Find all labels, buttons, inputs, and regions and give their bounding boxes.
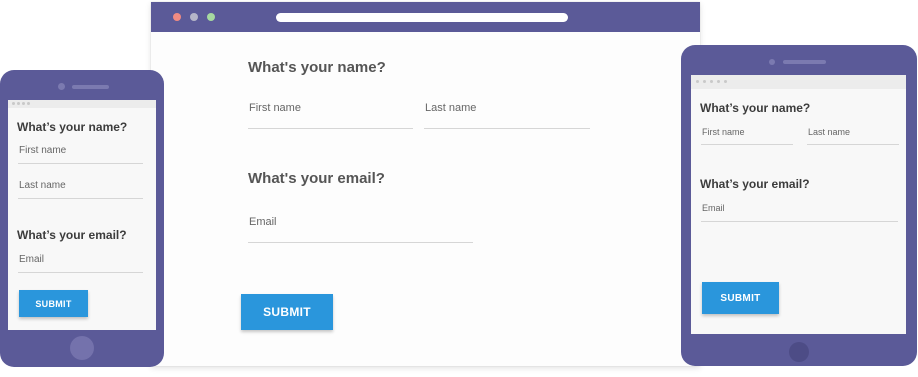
phone-email-underline — [18, 272, 143, 273]
desktop-browser-window: What's your name? First name Last name W… — [151, 2, 700, 366]
status-dot-icon — [710, 80, 713, 83]
tablet-speaker — [783, 60, 826, 64]
tablet-last-name-underline — [807, 144, 899, 145]
phone-first-name-underline — [18, 163, 143, 164]
status-dot-icon — [696, 80, 699, 83]
status-dot-icon — [724, 80, 727, 83]
phone-status-bar — [8, 100, 156, 108]
tablet-screen: What’s your name? First name Last name W… — [691, 75, 906, 334]
submit-button[interactable]: SUBMIT — [241, 294, 333, 330]
status-dot-icon — [22, 102, 25, 105]
status-dot-icon — [27, 102, 30, 105]
status-dot-icon — [703, 80, 706, 83]
tablet-first-name-underline — [701, 144, 793, 145]
tablet-home-button[interactable] — [789, 342, 809, 362]
browser-title-bar — [151, 2, 700, 32]
status-dot-icon — [17, 102, 20, 105]
last-name-underline — [424, 128, 590, 129]
tablet-email-heading: What’s your email? — [700, 177, 810, 191]
tablet-device: What’s your name? First name Last name W… — [681, 45, 917, 366]
email-field[interactable]: Email — [249, 216, 277, 228]
tablet-last-name-field[interactable]: Last name — [808, 127, 850, 137]
first-name-underline — [248, 128, 413, 129]
close-window-icon[interactable] — [173, 13, 181, 21]
phone-screen: What’s your name? First name Last name W… — [8, 100, 156, 330]
phone-first-name-field[interactable]: First name — [19, 145, 66, 156]
tablet-first-name-field[interactable]: First name — [702, 127, 745, 137]
phone-submit-button[interactable]: SUBMIT — [19, 290, 88, 317]
phone-last-name-underline — [18, 198, 143, 199]
status-dot-icon — [12, 102, 15, 105]
tablet-camera-icon — [769, 59, 775, 65]
phone-device: What’s your name? First name Last name W… — [0, 70, 164, 367]
last-name-field[interactable]: Last name — [425, 102, 476, 114]
phone-email-field[interactable]: Email — [19, 254, 44, 265]
phone-email-heading: What’s your email? — [17, 228, 127, 242]
email-heading: What's your email? — [248, 170, 385, 187]
tablet-submit-button[interactable]: SUBMIT — [702, 282, 779, 314]
phone-speaker — [72, 85, 109, 89]
email-underline — [248, 242, 473, 243]
phone-last-name-field[interactable]: Last name — [19, 180, 66, 191]
maximize-window-icon[interactable] — [207, 13, 215, 21]
phone-name-heading: What’s your name? — [17, 120, 128, 134]
first-name-field[interactable]: First name — [249, 102, 301, 114]
name-heading: What's your name? — [248, 59, 386, 76]
tablet-email-field[interactable]: Email — [702, 203, 725, 213]
tablet-name-heading: What’s your name? — [700, 101, 811, 115]
tablet-email-underline — [701, 221, 898, 222]
phone-home-button[interactable] — [70, 336, 94, 360]
address-bar[interactable] — [276, 13, 568, 22]
tablet-status-bar — [691, 75, 906, 89]
minimize-window-icon[interactable] — [190, 13, 198, 21]
status-dot-icon — [717, 80, 720, 83]
phone-camera-icon — [58, 83, 65, 90]
